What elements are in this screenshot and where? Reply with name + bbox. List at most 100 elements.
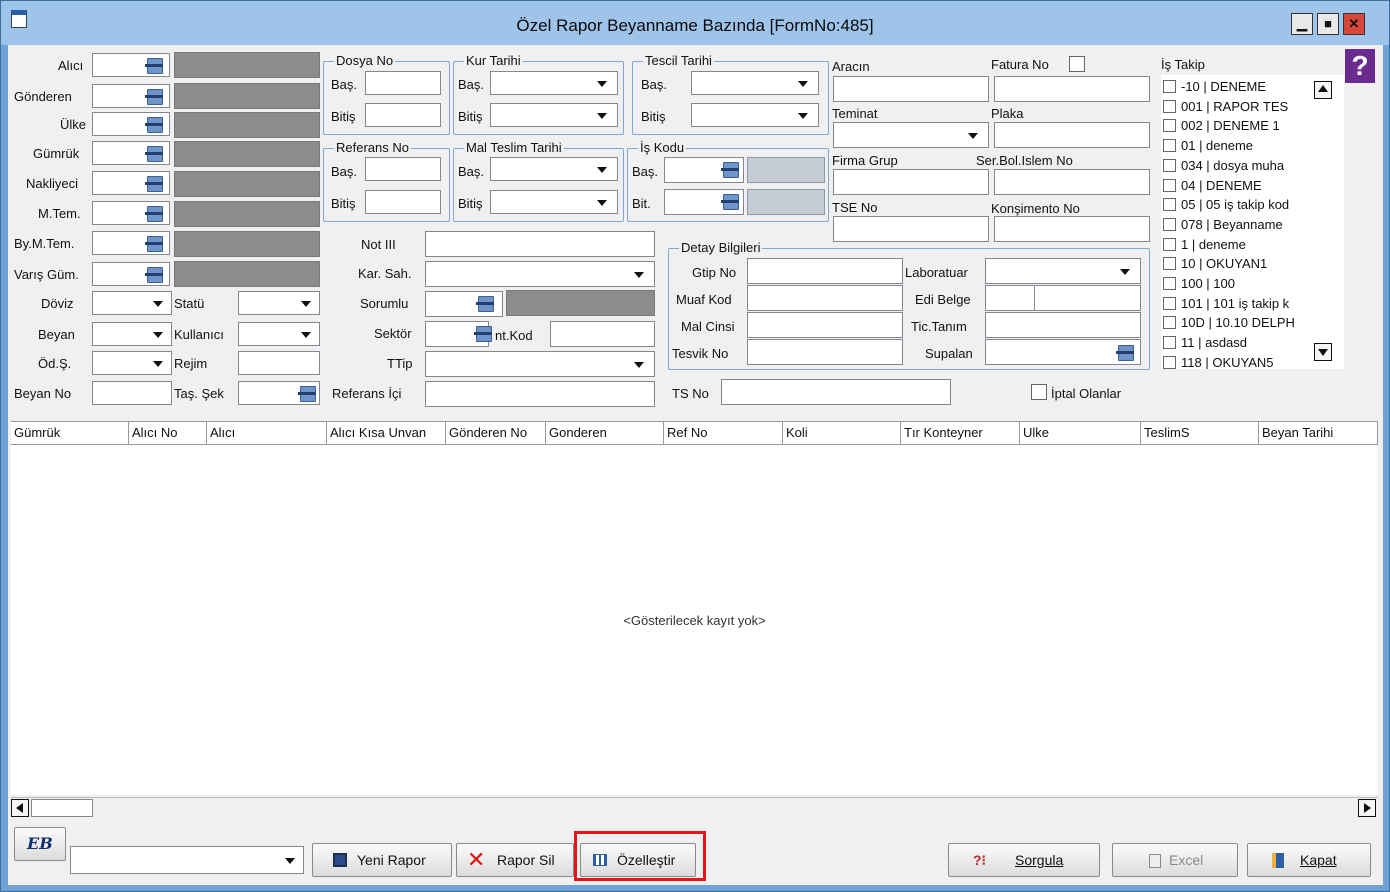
horizontal-scrollbar[interactable] [11,797,1378,817]
lookup-icon[interactable] [145,234,163,252]
laboratuar-select[interactable] [985,258,1141,284]
kur-bas-date[interactable] [490,71,618,95]
ods-select[interactable] [92,351,172,375]
scroll-thumb[interactable] [31,799,93,817]
lookup-icon[interactable] [145,204,163,222]
column-header[interactable]: Gönderen No [446,422,546,444]
help-icon[interactable]: ? [1345,49,1375,83]
istakip-checkbox[interactable] [1163,198,1176,212]
istakip-checkbox[interactable] [1163,178,1176,192]
serbol-input[interactable] [994,169,1150,195]
referans-bas-input[interactable] [365,157,441,181]
istakip-checkbox[interactable] [1163,80,1176,93]
column-header[interactable]: Alıcı Kısa Unvan [327,422,446,444]
lookup-icon[interactable] [145,56,163,74]
column-header[interactable]: Ulke [1020,422,1141,444]
rejim-input[interactable] [238,351,320,375]
column-header[interactable]: TeslimS [1141,422,1259,444]
istakip-checkbox[interactable] [1163,139,1176,153]
refici-input[interactable] [425,381,655,407]
referans-bitis-input[interactable] [365,190,441,214]
lookup-icon[interactable] [145,265,163,283]
beyanno-input[interactable] [92,381,172,405]
malcinsi-input[interactable] [747,312,903,338]
lookup-icon[interactable] [1116,343,1134,361]
istakip-checkbox[interactable] [1163,119,1176,133]
istakip-checkbox[interactable] [1163,237,1176,251]
maximize-button[interactable]: ■ [1317,13,1339,35]
lookup-icon[interactable] [721,192,739,210]
notiii-input[interactable] [425,231,655,257]
eb-logo-button[interactable]: EB [14,827,66,861]
faturano-input[interactable] [994,76,1150,102]
konsimento-input[interactable] [994,216,1150,242]
close-button[interactable]: ✕ [1343,13,1365,35]
scroll-left-button[interactable] [11,799,29,817]
lookup-icon[interactable] [721,160,739,178]
column-header[interactable]: Ref No [664,422,783,444]
beyan-select[interactable] [92,322,172,346]
tescil-bitis-date[interactable] [691,103,819,127]
column-header[interactable]: Gonderen [546,422,664,444]
column-header[interactable]: Beyan Tarihi [1259,422,1378,444]
malteslim-bas-date[interactable] [490,157,618,181]
statu-select[interactable] [238,291,320,315]
istakip-list[interactable]: -10 | DENEME 001 | RAPOR TES 002 | DENEME … [1161,75,1344,369]
lookup-icon[interactable] [145,144,163,162]
istakip-checkbox[interactable] [1163,277,1176,290]
scroll-up-button[interactable] [1314,81,1332,99]
iptal-checkbox[interactable] [1031,384,1047,400]
ttip-select[interactable] [425,351,655,377]
scroll-right-button[interactable] [1358,799,1376,817]
kullanici-select[interactable] [238,322,320,346]
column-header[interactable]: Koli [783,422,901,444]
tesvik-input[interactable] [747,339,903,365]
istakip-checkbox[interactable] [1163,99,1176,113]
istakip-checkbox[interactable] [1163,257,1176,271]
malteslim-bitis-date[interactable] [490,190,618,214]
ozellestir-button[interactable]: Özelleştir [580,843,696,877]
ntkod-input[interactable] [550,321,655,347]
tescil-bas-date[interactable] [691,71,819,95]
column-header[interactable]: Alıcı No [129,422,207,444]
lookup-icon[interactable] [145,115,163,133]
edibelge-input[interactable] [1034,285,1141,311]
istakip-checkbox[interactable] [1163,296,1176,310]
lookup-icon[interactable] [145,174,163,192]
minimize-button[interactable]: ▁ [1291,13,1313,35]
istakip-checkbox[interactable] [1163,217,1176,231]
column-header[interactable]: Alıcı [207,422,327,444]
lookup-icon[interactable] [298,384,316,402]
teminat-select[interactable] [833,122,989,148]
sorgula-button[interactable]: ?⁝ Sorgula [948,843,1100,877]
column-header[interactable]: Gümrük [11,422,129,444]
istakip-checkbox[interactable] [1163,355,1176,369]
scroll-down-button[interactable] [1314,343,1332,361]
karsah-select[interactable] [425,261,655,287]
dosya-bas-input[interactable] [365,71,441,95]
tseno-input[interactable] [833,216,989,242]
kur-bitis-date[interactable] [490,103,618,127]
istakip-checkbox[interactable] [1163,158,1176,172]
yeni-rapor-button[interactable]: Yeni Rapor [312,843,452,877]
aracin-input[interactable] [833,76,989,102]
firmagrup-input[interactable] [833,169,989,195]
tsno-input[interactable] [721,379,951,405]
excel-button[interactable]: Excel [1112,843,1238,877]
rapor-select[interactable] [70,846,304,874]
tictanim-input[interactable] [985,312,1141,338]
istakip-checkbox[interactable] [1163,336,1176,350]
plaka-input[interactable] [994,122,1150,148]
edibelge-code-input[interactable] [985,285,1035,311]
gtip-input[interactable] [747,258,903,284]
grid-body[interactable]: <Gösterilecek kayıt yok> [11,445,1378,795]
faturano-checkbox[interactable] [1069,56,1085,72]
dosya-bitis-input[interactable] [365,103,441,127]
lookup-icon[interactable] [474,324,492,342]
lookup-icon[interactable] [476,294,494,312]
istakip-checkbox[interactable] [1163,316,1176,330]
muaf-input[interactable] [747,285,903,311]
doviz-select[interactable] [92,291,172,315]
rapor-sil-button[interactable]: ✕ Rapor Sil [456,843,574,877]
lookup-icon[interactable] [145,87,163,105]
